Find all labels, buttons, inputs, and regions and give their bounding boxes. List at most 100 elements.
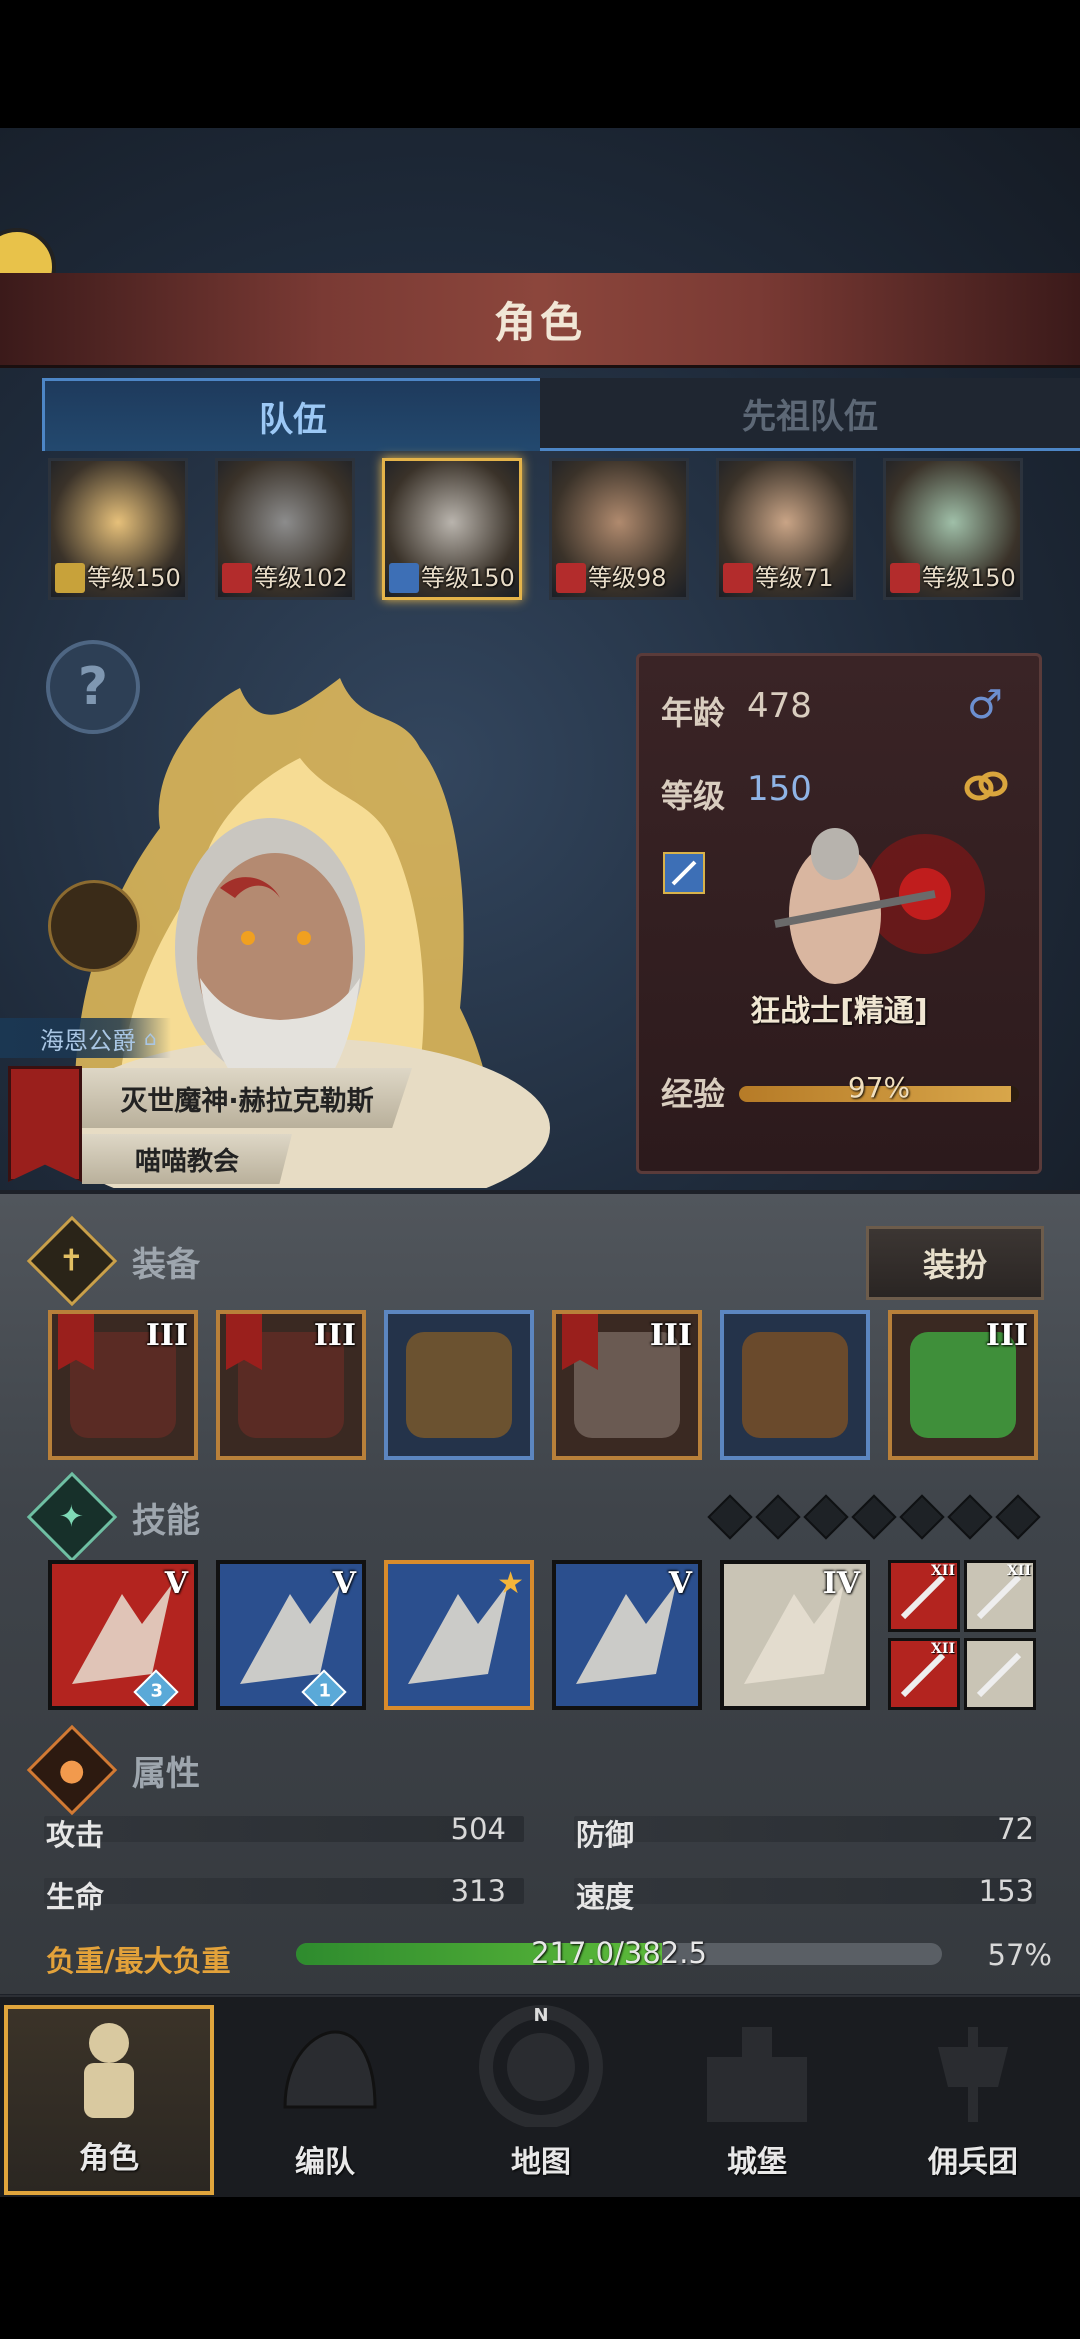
age-value: 478 <box>747 686 812 726</box>
hero-level: 等级150 <box>87 564 181 592</box>
nobility-label: 海恩公爵 <box>40 1026 136 1055</box>
sword-icon <box>663 852 705 894</box>
equipment-art <box>742 1332 848 1438</box>
equipment-section-icon: ✝ <box>26 1215 118 1307</box>
speed-label: 速度 <box>576 1880 635 1914</box>
character-title: 灭世魔神·赫拉克勒斯 <box>82 1068 412 1128</box>
passive-skill-1[interactable]: XII <box>888 1560 960 1632</box>
potion-icon[interactable] <box>48 880 140 972</box>
equipment-slot-helmet[interactable] <box>384 1310 534 1460</box>
hp-value: 313 <box>450 1874 506 1908</box>
skills-section-icon: ✦ <box>26 1471 118 1563</box>
level-label: 等级 <box>661 777 726 815</box>
equipment-header: ✝ 装备 <box>26 1215 200 1307</box>
nobility-title: 海恩公爵 ⌂ <box>0 1018 171 1058</box>
equipment-rank: III <box>145 1318 188 1353</box>
equipment-rank: III <box>985 1318 1028 1353</box>
nav-knight[interactable]: 角色 <box>4 2005 214 2195</box>
equipment-art <box>406 1332 512 1438</box>
tab-team[interactable]: 队伍 <box>42 378 544 451</box>
beast-icon <box>556 563 586 593</box>
nav-label: 城堡 <box>727 2145 787 2180</box>
age-label: 年龄 <box>661 694 726 732</box>
equipment-slot-armor[interactable]: III <box>552 1310 702 1460</box>
defense-value: 72 <box>997 1812 1034 1846</box>
nav-label: 地图 <box>511 2145 571 2180</box>
nav-banner[interactable]: 佣兵团 <box>868 2005 1078 2195</box>
nav-castle[interactable]: 城堡 <box>652 2005 862 2195</box>
beast-icon <box>723 563 753 593</box>
help-button[interactable]: ? <box>46 640 140 734</box>
attack-label: 攻击 <box>46 1818 105 1852</box>
passive-skill-2[interactable]: XII <box>964 1560 1036 1632</box>
team-member-3[interactable]: 等级150 <box>382 458 522 600</box>
hero-level: 等级102 <box>254 564 348 592</box>
church-name[interactable]: 喵喵教会 <box>82 1134 292 1184</box>
nav-label: 编队 <box>295 2145 355 2180</box>
helmet-icon <box>265 2017 385 2131</box>
equipment-slot-weapon-axe-offhand[interactable]: III <box>216 1310 366 1460</box>
skill-rank: V <box>668 1566 692 1601</box>
team-member-6[interactable]: 等级150 <box>883 458 1023 600</box>
attack-value: 504 <box>450 1812 506 1846</box>
skill-rank: IV <box>822 1566 860 1601</box>
team-member-5[interactable]: 等级71 <box>716 458 856 600</box>
equipment-slot-boots[interactable] <box>720 1310 870 1460</box>
skills-title: 技能 <box>132 1500 200 1541</box>
ring-icon[interactable] <box>963 766 1009 806</box>
page-title: 角色 <box>493 297 586 347</box>
beast-icon <box>890 563 920 593</box>
nav-helmet[interactable]: 编队 <box>220 2005 430 2195</box>
skill-3[interactable]: ★ <box>384 1560 534 1710</box>
attributes-header: ● 属性 <box>26 1724 200 1816</box>
beast-icon <box>222 563 252 593</box>
passive-rank: XII <box>1007 1563 1031 1579</box>
hero-level: 等级71 <box>755 564 834 592</box>
compass-north-label: N <box>533 2005 549 2026</box>
sword-icon <box>389 563 419 593</box>
team-row: 等级150 等级102 等级150 等级98 等级71 等级150 <box>0 458 1080 608</box>
load-label: 负重/最大负重 <box>46 1944 231 1978</box>
hero-level: 等级150 <box>922 564 1016 592</box>
faction-flag-icon <box>8 1066 82 1182</box>
male-icon: ♂ <box>967 682 1003 728</box>
hero-level: 等级98 <box>588 564 667 592</box>
character-info-card: 年龄 478 ♂ 等级 150 狂战士[精通] 经验 97% <box>636 653 1042 1174</box>
nav-label: 角色 <box>79 2141 139 2176</box>
bottom-nav: 角色 编队 N 地图 城堡 佣兵团 <box>0 1995 1080 2197</box>
knight-icon <box>54 2013 164 2127</box>
passive-art <box>976 1652 1022 1698</box>
team-member-2[interactable]: 等级102 <box>215 458 355 600</box>
equipment-slot-weapon-axe[interactable]: III <box>48 1310 198 1460</box>
attributes-section-icon: ● <box>26 1724 118 1816</box>
nav-label: 佣兵团 <box>928 2145 1018 2180</box>
team-member-4[interactable]: 等级98 <box>549 458 689 600</box>
passive-rank: XII <box>931 1641 955 1657</box>
tab-ancestor-team[interactable]: 先祖队伍 <box>540 378 1080 451</box>
dress-up-button[interactable]: 装扮 <box>866 1226 1044 1300</box>
passive-skill-3[interactable]: XII <box>888 1638 960 1710</box>
speed-value: 153 <box>978 1874 1034 1908</box>
rank-up-icon: ⌂ <box>144 1026 157 1050</box>
equipment-rank: III <box>313 1318 356 1353</box>
load-value: 217.0/382.5 <box>531 1936 707 1970</box>
equipment-title: 装备 <box>132 1244 200 1285</box>
nav-compass[interactable]: N 地图 <box>436 2005 646 2195</box>
banner-icon <box>918 2017 1028 2131</box>
skill-rank: V <box>164 1566 188 1601</box>
skill-5[interactable]: IV <box>720 1560 870 1710</box>
title-bar: 角色 <box>0 273 1080 368</box>
level-value: 150 <box>747 769 812 809</box>
passive-skill-4[interactable] <box>964 1638 1036 1710</box>
attributes-title: 属性 <box>132 1753 200 1794</box>
character-area: 角色 队伍 先祖队伍 等级150 等级102 等级150 等级98 等级71 等级150 <box>0 128 1080 1190</box>
class-art <box>774 828 985 984</box>
skill-2[interactable]: V1 <box>216 1560 366 1710</box>
castle-icon <box>692 2017 822 2131</box>
equipment-slot-jade-accessory[interactable]: III <box>888 1310 1038 1460</box>
bow-icon <box>55 563 85 593</box>
skill-4[interactable]: V <box>552 1560 702 1710</box>
team-member-1[interactable]: 等级150 <box>48 458 188 600</box>
passive-rank: XII <box>931 1563 955 1579</box>
skill-1[interactable]: V3 <box>48 1560 198 1710</box>
